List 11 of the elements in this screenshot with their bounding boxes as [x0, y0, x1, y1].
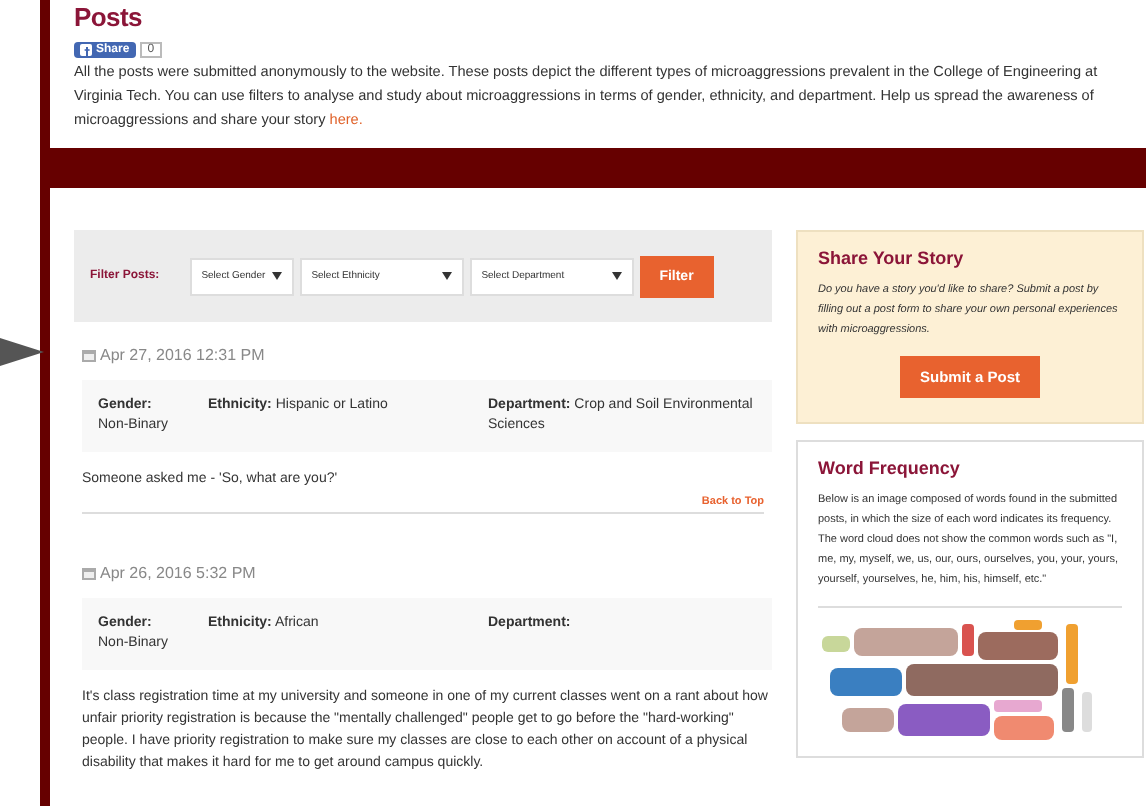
card-title: Share Your Story [818, 248, 966, 268]
calendar-icon [82, 566, 96, 580]
card-title: Word Frequency [818, 458, 962, 478]
post-date: Apr 27, 2016 12:31 PM [82, 346, 772, 364]
post-date: Apr 26, 2016 5:32 PM [82, 564, 772, 582]
calendar-icon [82, 348, 96, 362]
caret-icon [611, 272, 622, 280]
caret-icon [271, 272, 282, 280]
facebook-icon [80, 44, 92, 56]
caret-icon [441, 272, 452, 280]
page-title: Posts [74, 0, 144, 32]
